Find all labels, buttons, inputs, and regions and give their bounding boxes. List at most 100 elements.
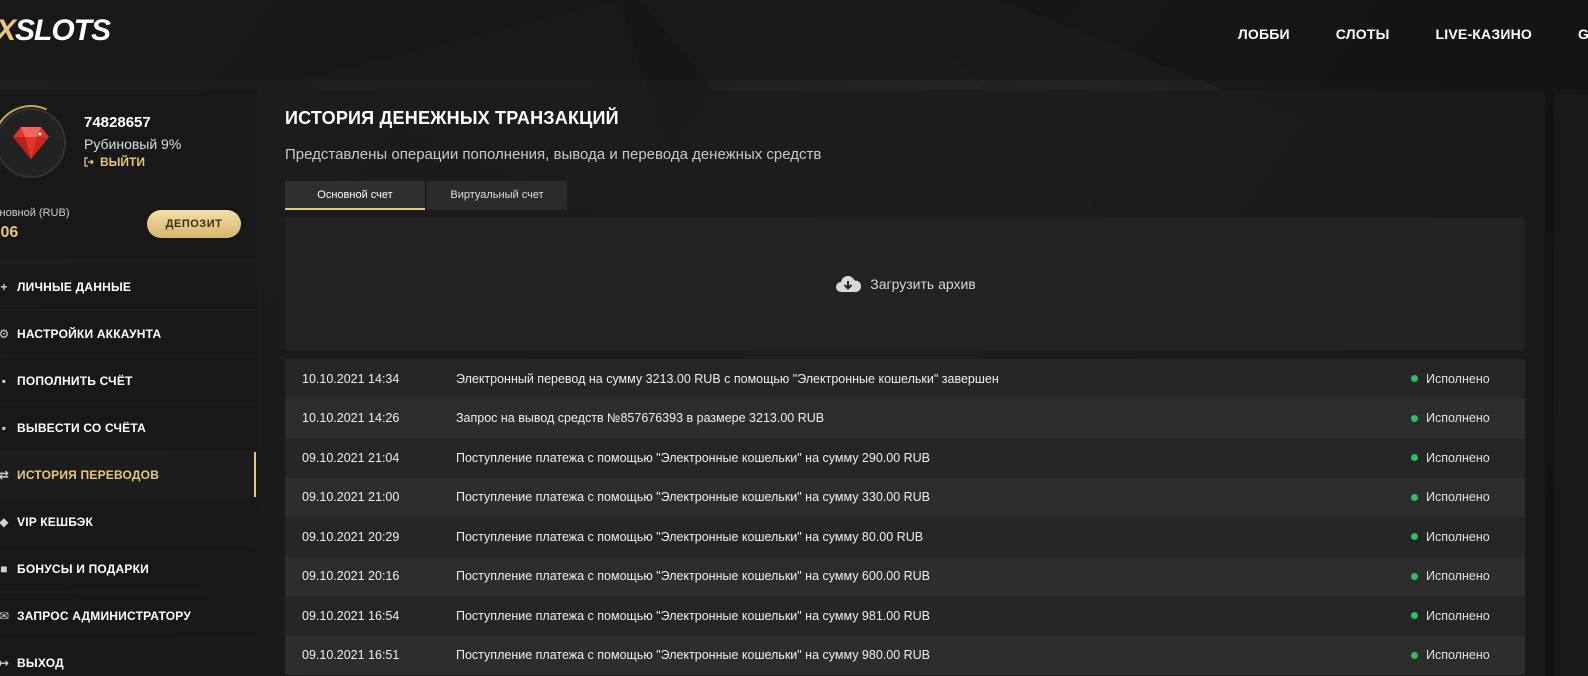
status-label: Исполнено — [1426, 411, 1490, 426]
menu-item-account-settings[interactable]: ⚙ НАСТРОЙКИ АККАУНТА — [0, 311, 257, 356]
row-date: 09.10.2021 16:51 — [302, 648, 400, 663]
gift-icon: ■ — [0, 561, 8, 576]
status-badge: Исполнено — [1411, 490, 1525, 504]
status-dot-icon — [1411, 454, 1418, 462]
download-archive-button[interactable]: Загрузить архив — [285, 218, 1525, 350]
table-row: 09.10.2021 20:29 Поступление платежа с по… — [285, 517, 1525, 557]
tab-main-account[interactable]: Основной счет — [285, 181, 425, 210]
menu-item-personal-data[interactable]: + ЛИЧНЫЕ ДАННЫЕ — [0, 264, 257, 309]
row-description: Поступление платежа с помощью "Электронн… — [456, 569, 931, 584]
page-title: ИСТОРИЯ ДЕНЕЖНЫХ ТРАНЗАКЦИЙ — [285, 108, 619, 128]
right-panel-edge — [1554, 90, 1588, 676]
row-description: Запрос на вывод средств №857676393 в раз… — [456, 411, 825, 426]
deposit-button[interactable]: ДЕПОЗИТ — [147, 210, 241, 238]
nav-slots[interactable]: СЛОТЫ — [1336, 26, 1390, 42]
vip-icon: ◆ — [0, 514, 9, 529]
table-row: 09.10.2021 16:54 Поступление платежа с по… — [285, 596, 1525, 636]
row-date: 09.10.2021 20:16 — [302, 569, 400, 584]
row-description: Поступление платежа с помощью "Электронн… — [456, 450, 931, 465]
table-row: 10.10.2021 14:34 Электронный перевод на с… — [285, 359, 1525, 399]
menu-item-exit[interactable]: ↦ ВЫХОД — [0, 640, 257, 676]
menu-label: НАСТРОЙКИ АККАУНТА — [17, 326, 162, 341]
history-icon: ⇄ — [0, 467, 10, 482]
table-row: 09.10.2021 21:00 Поступление платежа с по… — [285, 477, 1525, 517]
row-description: Поступление платежа с помощью "Электронн… — [456, 608, 931, 623]
cloud-download-icon — [836, 275, 862, 292]
table-row: 10.10.2021 14:26 Запрос на вывод средств … — [285, 398, 1525, 438]
status-dot-icon — [1411, 493, 1418, 501]
user-id: 74828657 — [84, 114, 151, 131]
transactions-panel: ИСТОРИЯ ДЕНЕЖНЫХ ТРАНЗАКЦИЙ Представлены… — [266, 90, 1545, 676]
menu-item-bonuses[interactable]: ■ БОНУСЫ И ПОДАРКИ — [0, 546, 257, 591]
row-date: 09.10.2021 16:54 — [302, 608, 400, 623]
status-badge: Исполнено — [1411, 648, 1525, 662]
nav-live-casino[interactable]: LIVE-КАЗИНО — [1436, 26, 1532, 42]
account-menu: + ЛИЧНЫЕ ДАННЫЕ ⚙ НАСТРОЙКИ АККАУНТА ▪ ПОПО… — [0, 264, 257, 676]
menu-item-withdraw[interactable]: ▪ ВЫВЕСТИ СО СЧЁТА — [0, 405, 257, 450]
avatar — [0, 108, 66, 178]
status-dot-icon — [1411, 414, 1418, 422]
status-dot-icon — [1411, 572, 1418, 580]
logout-icon — [84, 157, 94, 167]
table-row: 09.10.2021 16:51 Поступление платежа с по… — [285, 635, 1525, 675]
settings-icon: ⚙ — [0, 326, 10, 341]
row-description: Электронный перевод на сумму 3213.00 RUB… — [456, 371, 999, 386]
page-subtitle: Представлены операции пополнения, вывода… — [285, 146, 822, 163]
status-label: Исполнено — [1426, 529, 1490, 544]
site-logo[interactable]: XSLOTS — [0, 14, 111, 48]
menu-label: ВЫХОД — [17, 655, 64, 670]
status-badge: Исполнено — [1411, 411, 1525, 425]
top-header: XSLOTS ЛОББИ СЛОТЫ LIVE-КАЗИНО G — [0, 0, 1588, 80]
mail-icon: ✉ — [0, 608, 10, 623]
row-date: 09.10.2021 21:00 — [302, 490, 400, 505]
status-badge: Исполнено — [1411, 609, 1525, 623]
nav-more[interactable]: G — [1578, 26, 1588, 42]
account-label: сновной (RUB) — [0, 207, 70, 219]
status-label: Исполнено — [1426, 490, 1490, 505]
account-balance: .06 — [0, 224, 19, 241]
row-description: Поступление платежа с помощью "Электронн… — [456, 529, 924, 544]
menu-label: ИСТОРИЯ ПЕРЕВОДОВ — [17, 467, 160, 482]
status-badge: Исполнено — [1411, 372, 1525, 386]
main-nav: ЛОББИ СЛОТЫ LIVE-КАЗИНО G — [1192, 26, 1588, 42]
profile-card: 74828657 Рубиновый 9% ВЫЙТИ сновной (RUB… — [0, 90, 257, 258]
status-label: Исполнено — [1426, 450, 1490, 465]
menu-item-deposit[interactable]: ▪ ПОПОЛНИТЬ СЧЁТ — [0, 358, 257, 403]
status-label: Исполнено — [1426, 569, 1490, 584]
logo-text: SLOTS — [15, 14, 111, 47]
menu-label: ЛИЧНЫЕ ДАННЫЕ — [17, 279, 132, 294]
wallet-icon: ▪ — [1, 373, 7, 388]
account-tabs: Основной счет Виртуальный счет — [285, 181, 567, 210]
status-badge: Исполнено — [1411, 569, 1525, 583]
row-date: 09.10.2021 20:29 — [302, 529, 400, 544]
loyalty-level: Рубиновый 9% — [84, 136, 182, 152]
status-dot-icon — [1411, 612, 1418, 620]
download-archive-label: Загрузить архив — [870, 276, 976, 292]
menu-item-transfer-history[interactable]: ⇄ ИСТОРИЯ ПЕРЕВОДОВ — [0, 452, 257, 497]
menu-item-admin-request[interactable]: ✉ ЗАПРОС АДМИНИСТРАТОРУ — [0, 593, 257, 638]
row-date: 10.10.2021 14:34 — [302, 371, 400, 386]
table-row: 09.10.2021 21:04 Поступление платежа с по… — [285, 438, 1525, 478]
logout-link[interactable]: ВЫЙТИ — [84, 155, 145, 169]
menu-label: ВЫВЕСТИ СО СЧЁТА — [17, 420, 147, 435]
menu-label: БОНУСЫ И ПОДАРКИ — [17, 561, 149, 576]
status-dot-icon — [1411, 651, 1418, 659]
transactions-table: 10.10.2021 14:34 Электронный перевод на с… — [285, 359, 1525, 675]
menu-label: VIP КЕШБЭК — [17, 514, 94, 529]
row-date: 10.10.2021 14:26 — [302, 411, 400, 426]
row-description: Поступление платежа с помощью "Электронн… — [456, 648, 931, 663]
tab-virtual-account[interactable]: Виртуальный счет — [427, 181, 567, 210]
status-badge: Исполнено — [1411, 451, 1525, 465]
menu-item-vip-cashback[interactable]: ◆ VIP КЕШБЭК — [0, 499, 257, 544]
status-dot-icon — [1411, 533, 1418, 541]
status-label: Исполнено — [1426, 371, 1490, 386]
menu-label: ЗАПРОС АДМИНИСТРАТОРУ — [17, 608, 191, 623]
page: XSLOTS ЛОББИ СЛОТЫ LIVE-КАЗИНО G 7482865… — [0, 0, 1588, 676]
nav-lobby[interactable]: ЛОББИ — [1238, 26, 1290, 42]
status-dot-icon — [1411, 375, 1418, 383]
plus-icon: + — [0, 279, 8, 294]
ruby-icon — [13, 127, 49, 159]
status-badge: Исполнено — [1411, 530, 1525, 544]
sidebar: 74828657 Рубиновый 9% ВЫЙТИ сновной (RUB… — [0, 90, 257, 676]
row-description: Поступление платежа с помощью "Электронн… — [456, 490, 931, 505]
